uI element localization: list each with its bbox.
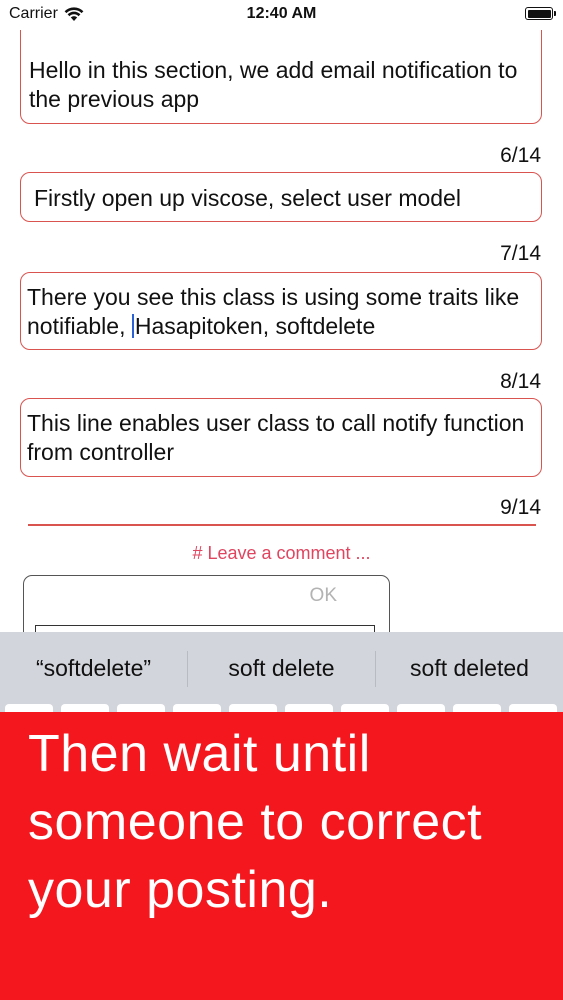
message-bubble-editing[interactable]: There you see this class is using some t… (20, 272, 542, 350)
message-text: There you see this class is using some t… (27, 283, 531, 341)
status-time: 12:40 AM (246, 5, 317, 22)
suggestion-item[interactable]: “softdelete” (0, 632, 187, 704)
message-text: Hello in this section, we add email noti… (29, 57, 518, 112)
instruction-text: Then wait until someone to correct your … (28, 725, 483, 919)
message-counter: 8/14 (500, 370, 541, 393)
leave-comment-label: # Leave a comment ... (192, 543, 371, 563)
suggestion-item[interactable]: soft delete (188, 632, 375, 704)
section-divider (28, 524, 536, 526)
instruction-overlay: Then wait until someone to correct your … (0, 712, 563, 1000)
keyboard-keys-edge (0, 704, 563, 712)
message-text: This line enables user class to call not… (27, 410, 525, 465)
battery-icon (525, 7, 556, 20)
text-caret (131, 314, 134, 338)
message-counter: 9/14 (500, 496, 541, 519)
keyboard-suggestion-bar: “softdelete” soft delete soft deleted (0, 632, 563, 704)
suggestion-item[interactable]: soft deleted (376, 632, 563, 704)
message-bubble[interactable]: Hello in this section, we add email noti… (20, 20, 542, 124)
message-counter: 7/14 (500, 242, 541, 265)
status-bar: Carrier 12:40 AM (0, 0, 563, 30)
message-counter: 6/14 (500, 144, 541, 167)
message-bubble[interactable]: This line enables user class to call not… (20, 398, 542, 477)
ok-button[interactable]: OK (310, 585, 337, 607)
message-text-after-caret: Hasapitoken, softdelete (134, 313, 376, 339)
message-text: Firstly open up viscose, select user mod… (34, 185, 461, 211)
message-bubble[interactable]: Firstly open up viscose, select user mod… (20, 172, 542, 222)
